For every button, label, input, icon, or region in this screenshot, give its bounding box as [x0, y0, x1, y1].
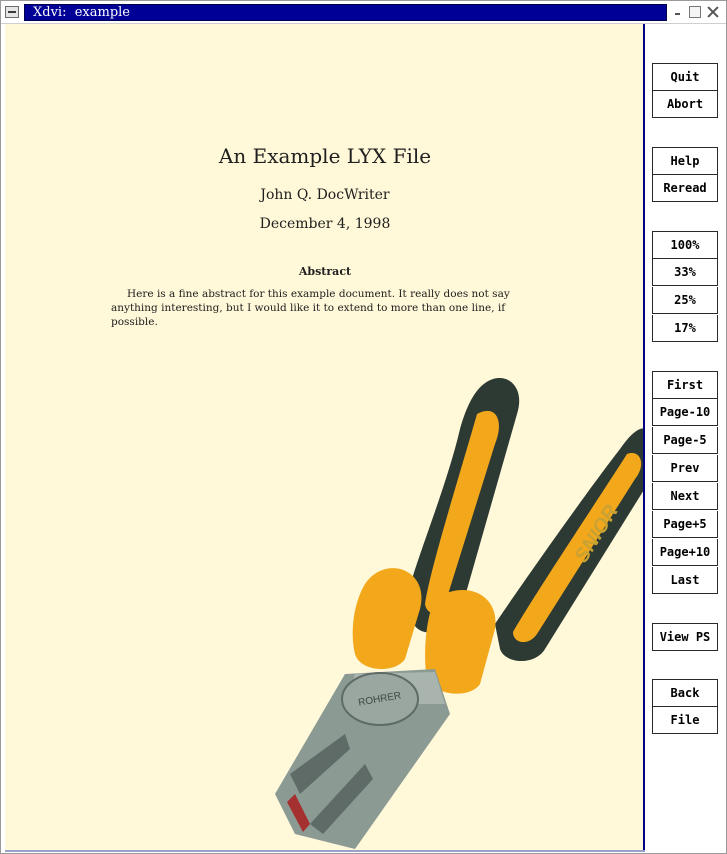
document-author: John Q. DocWriter	[260, 187, 390, 203]
document-title: An Example LYX File	[218, 144, 432, 168]
close-icon[interactable]	[707, 6, 719, 18]
maximize-icon[interactable]	[689, 6, 701, 18]
first-page-button[interactable]: First	[652, 371, 718, 399]
prev-page-button[interactable]: Prev	[652, 455, 718, 482]
abort-button[interactable]: Abort	[652, 91, 718, 118]
page-plus-10-button[interactable]: Page+10	[652, 539, 718, 566]
document-date: December 4, 1998	[259, 216, 391, 232]
quit-button[interactable]: Quit	[652, 63, 718, 91]
zoom-33-button[interactable]: 33%	[652, 259, 718, 286]
minimize-icon[interactable]	[672, 6, 684, 18]
help-button[interactable]: Help	[652, 147, 718, 175]
zoom-25-button[interactable]: 25%	[652, 287, 718, 314]
reread-button[interactable]: Reread	[652, 175, 718, 202]
abstract-heading: Abstract	[298, 265, 352, 278]
zoom-17-button[interactable]: 17%	[652, 315, 718, 342]
pliers-image: SNIOR ROHRER	[275, 378, 643, 849]
window-menu-icon[interactable]	[5, 6, 19, 18]
title-bar[interactable]: Xdvi: example	[1, 1, 726, 24]
zoom-100-button[interactable]: 100%	[652, 231, 718, 259]
page-plus-5-button[interactable]: Page+5	[652, 511, 718, 538]
dvi-page[interactable]: An Example LYX File John Q. DocWriter De…	[5, 24, 645, 850]
xdvi-window: Xdvi: example An Example LYX File John Q…	[0, 0, 727, 854]
next-page-button[interactable]: Next	[652, 483, 718, 510]
last-page-button[interactable]: Last	[652, 567, 718, 594]
file-button[interactable]: File	[652, 707, 718, 734]
page-minus-10-button[interactable]: Page-10	[652, 399, 718, 426]
button-panel: Quit Abort Help Reread 100% 33% 25% 17% …	[647, 24, 726, 852]
window-title: Xdvi: example	[33, 5, 130, 20]
page-bottom-edge	[5, 850, 645, 852]
view-ps-button[interactable]: View PS	[652, 623, 718, 651]
page-minus-5-button[interactable]: Page-5	[652, 427, 718, 454]
back-button[interactable]: Back	[652, 679, 718, 707]
abstract-text: Here is a fine abstract for this example…	[111, 288, 510, 328]
title-band[interactable]: Xdvi: example	[24, 4, 667, 21]
